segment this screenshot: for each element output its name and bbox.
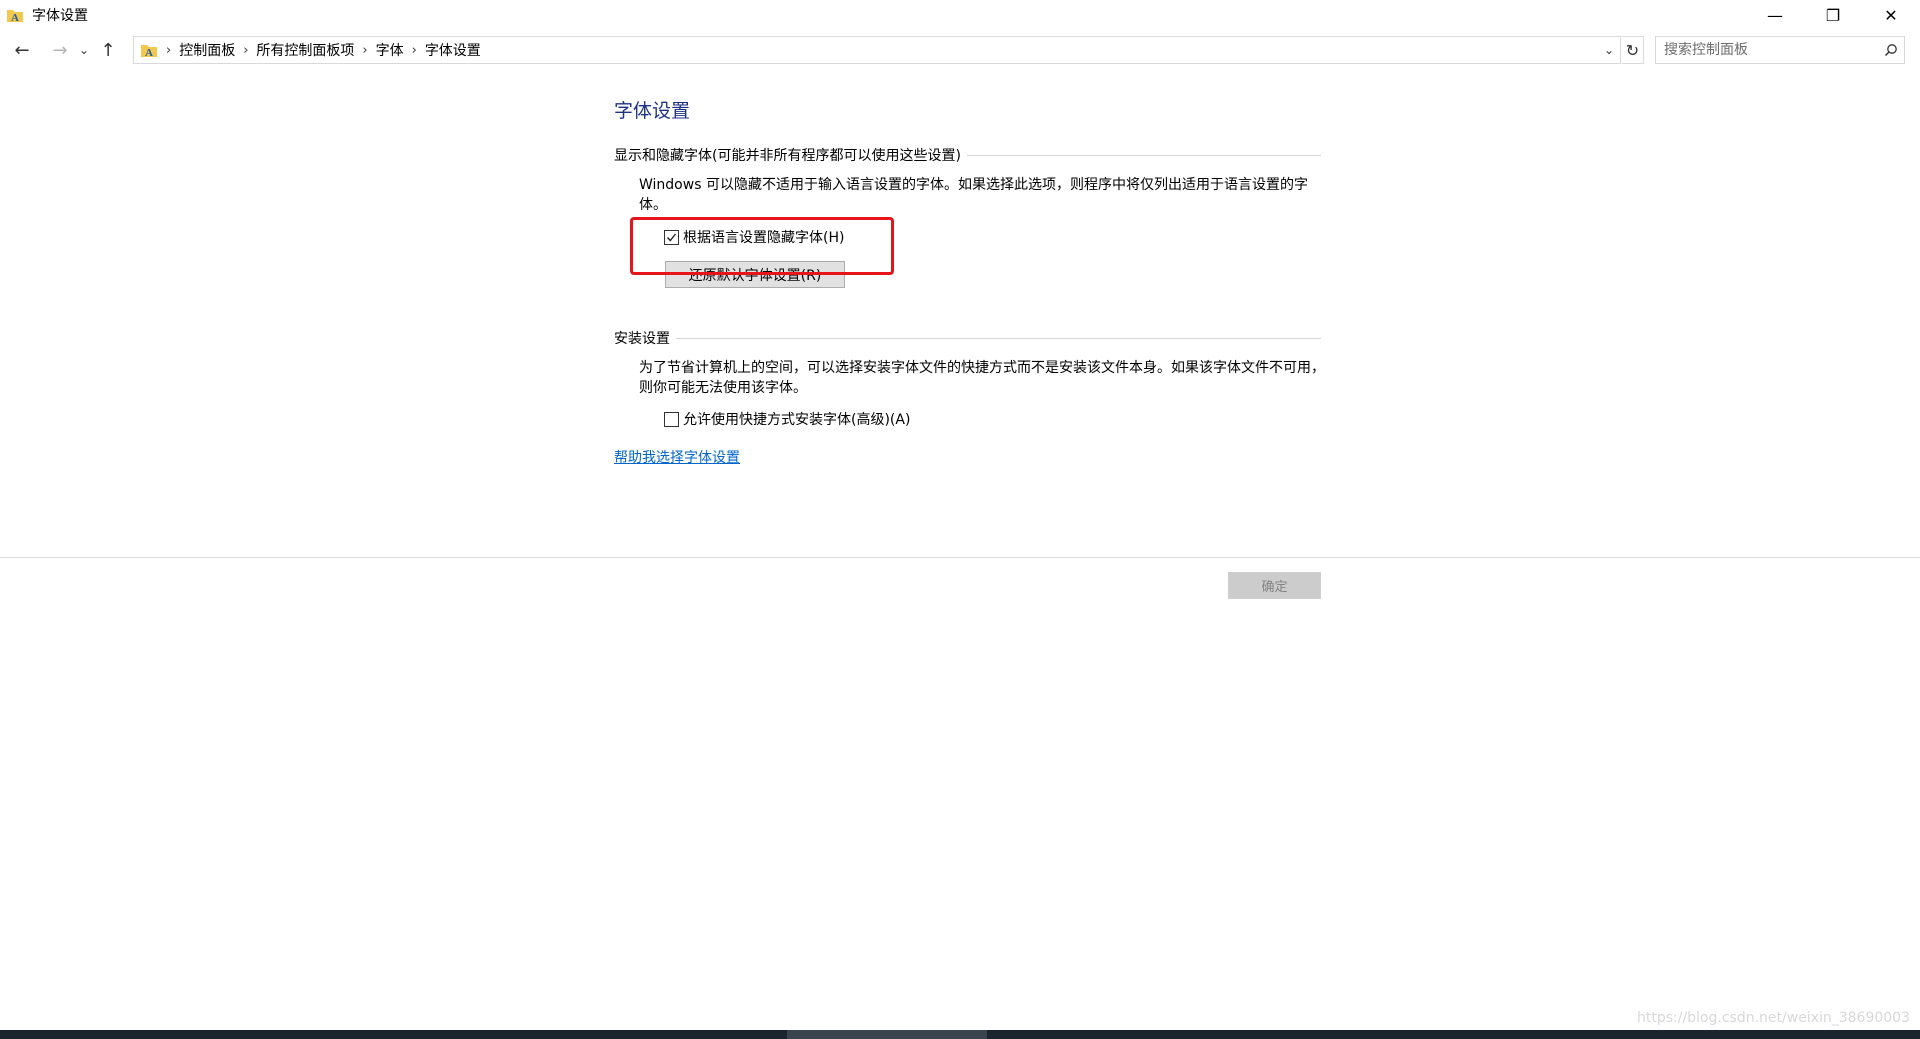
search-icon[interactable] bbox=[1878, 43, 1904, 57]
footer-divider bbox=[0, 557, 1920, 558]
install-settings-group: 安装设置 为了节省计算机上的空间，可以选择安装字体文件的快捷方式而不是安装该文件… bbox=[614, 328, 1325, 429]
close-button[interactable]: ✕ bbox=[1862, 0, 1920, 30]
search-input[interactable] bbox=[1656, 37, 1878, 63]
breadcrumb-separator[interactable]: › bbox=[362, 43, 367, 58]
forward-button[interactable]: → bbox=[46, 36, 74, 64]
page-title: 字体设置 bbox=[614, 100, 691, 122]
taskbar bbox=[0, 1030, 1920, 1039]
svg-text:A: A bbox=[11, 12, 19, 24]
group-header: 安装设置 bbox=[614, 328, 1321, 348]
window-controls: — ❐ ✕ bbox=[1746, 0, 1920, 30]
back-button[interactable]: ← bbox=[8, 36, 36, 64]
restore-button[interactable]: ❐ bbox=[1804, 0, 1862, 30]
shortcut-install-checkbox[interactable] bbox=[664, 411, 679, 427]
breadcrumb-separator[interactable]: › bbox=[243, 43, 248, 58]
group-header-label: 安装设置 bbox=[614, 331, 670, 347]
address-dropdown-button[interactable]: ⌄ bbox=[1598, 37, 1620, 63]
font-settings-window: A 字体设置 — ❐ ✕ ← → ⌄ ↑ A › 控制面板 › 所有控制面板项 … bbox=[0, 0, 1920, 1039]
refresh-button[interactable]: ↻ bbox=[1622, 36, 1644, 64]
watermark: https://blog.csdn.net/weixin_38690003 bbox=[1636, 1010, 1910, 1026]
group-description: 为了节省计算机上的空间，可以选择安装字体文件的快捷方式而不是安装该文件本身。如果… bbox=[639, 360, 1325, 396]
divider bbox=[966, 154, 1321, 156]
shortcut-install-checkbox-row[interactable]: 允许使用快捷方式安装字体(高级)(A) bbox=[664, 409, 1321, 429]
breadcrumb-control-panel[interactable]: 控制面板 bbox=[179, 40, 235, 60]
taskbar-active-item[interactable] bbox=[787, 1030, 987, 1039]
svg-text:A: A bbox=[145, 47, 153, 59]
ok-button[interactable]: 确定 bbox=[1228, 572, 1321, 599]
group-description: Windows 可以隐藏不适用于输入语言设置的字体。如果选择此选项，则程序中将仅… bbox=[639, 177, 1308, 213]
address-bar[interactable]: A › 控制面板 › 所有控制面板项 › 字体 › 字体设置 ⌄ bbox=[133, 36, 1621, 64]
red-highlight-annotation bbox=[630, 217, 894, 275]
fonts-folder-icon: A bbox=[7, 10, 23, 24]
title-bar: A 字体设置 — ❐ ✕ bbox=[0, 0, 1920, 30]
breadcrumb-separator: › bbox=[166, 42, 172, 58]
breadcrumb-separator[interactable]: › bbox=[412, 43, 417, 58]
group-header: 显示和隐藏字体(可能并非所有程序都可以使用这些设置) bbox=[614, 145, 1321, 165]
minimize-button[interactable]: — bbox=[1746, 0, 1804, 30]
show-hide-fonts-group: 显示和隐藏字体(可能并非所有程序都可以使用这些设置) Windows 可以隐藏不… bbox=[614, 145, 1321, 288]
breadcrumb-all-items[interactable]: 所有控制面板项 bbox=[256, 40, 354, 60]
shortcut-install-checkbox-label[interactable]: 允许使用快捷方式安装字体(高级)(A) bbox=[683, 409, 910, 429]
window-title: 字体设置 bbox=[32, 8, 88, 24]
search-box[interactable] bbox=[1655, 36, 1905, 64]
divider bbox=[676, 337, 1321, 339]
up-button[interactable]: ↑ bbox=[94, 36, 122, 64]
main-content: 字体设置 显示和隐藏字体(可能并非所有程序都可以使用这些设置) Windows … bbox=[614, 96, 1325, 467]
recent-locations-button[interactable]: ⌄ bbox=[74, 36, 94, 64]
control-panel-folder-icon: A bbox=[141, 45, 157, 59]
breadcrumb-fonts[interactable]: 字体 bbox=[376, 40, 404, 60]
group-header-label: 显示和隐藏字体(可能并非所有程序都可以使用这些设置) bbox=[614, 148, 961, 164]
help-link[interactable]: 帮助我选择字体设置 bbox=[614, 447, 740, 467]
breadcrumb-font-settings[interactable]: 字体设置 bbox=[425, 40, 481, 60]
navigation-bar: ← → ⌄ ↑ A › 控制面板 › 所有控制面板项 › 字体 › 字体设置 ⌄… bbox=[0, 35, 1920, 65]
